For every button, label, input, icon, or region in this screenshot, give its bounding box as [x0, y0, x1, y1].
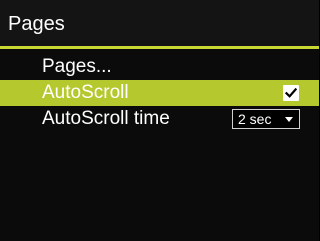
- autoscroll-time-value: 2 sec: [238, 111, 272, 127]
- autoscroll-checkbox[interactable]: [283, 85, 299, 101]
- menu-item-autoscroll[interactable]: AutoScroll: [0, 80, 319, 106]
- menu-item-autoscroll-time[interactable]: AutoScroll time 2 sec: [0, 106, 319, 132]
- chevron-down-icon: [285, 117, 293, 122]
- title-bar: Pages: [0, 0, 319, 46]
- menu-panel: Pages... AutoScroll AutoScroll time 2 se…: [0, 49, 319, 241]
- page-title: Pages: [8, 13, 65, 35]
- checkmark-icon: [285, 87, 297, 98]
- menu-item-autoscroll-time-label: AutoScroll time: [42, 108, 170, 129]
- menu-item-pages[interactable]: Pages...: [0, 54, 319, 80]
- menu-item-pages-label: Pages...: [42, 56, 112, 77]
- settings-screen: Pages Pages... AutoScroll AutoScroll tim…: [0, 0, 319, 241]
- menu-item-autoscroll-label: AutoScroll: [42, 82, 129, 103]
- autoscroll-time-dropdown[interactable]: 2 sec: [232, 109, 300, 129]
